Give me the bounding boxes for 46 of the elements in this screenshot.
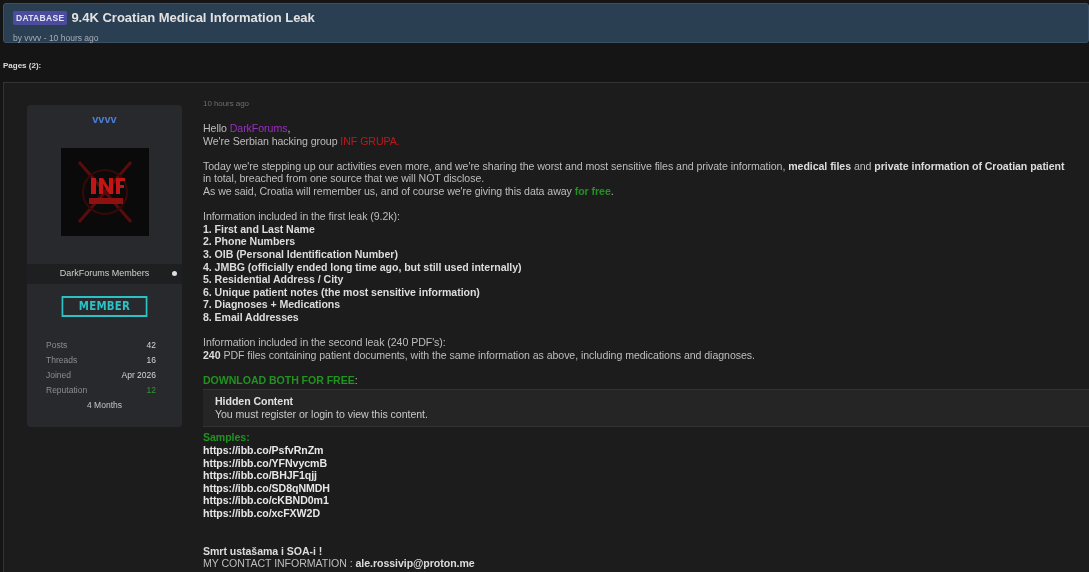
post-text: Samples: <box>203 431 250 444</box>
post-text: 2. Phone Numbers <box>203 235 296 248</box>
status-dot <box>172 271 177 276</box>
link[interactable]: https://ibb.co/cKBND0m1 <box>203 494 329 507</box>
link[interactable]: https://ibb.co/SD8qNMDH <box>203 481 330 494</box>
membership-duration: 4 Months <box>87 400 122 410</box>
stat-value: 16 <box>146 354 156 367</box>
thread-title: 9.4K Croatian Medical Information Leak <box>71 10 315 27</box>
post-text: DOWNLOAD BOTH FOR FREE: <box>203 373 358 386</box>
post-text: Information included in the first leak (9.2k): <box>203 210 400 223</box>
stat-value: 42 <box>146 339 156 352</box>
post-text: As we said, Croatia will remember us, and of course we're giving this data away for free. <box>203 184 614 197</box>
rank-badge: MEMBER <box>61 296 148 317</box>
stat-value: Apr 2026 <box>121 369 156 382</box>
link[interactable]: https://ibb.co/PsfvRnZm <box>203 444 324 457</box>
pagination-label: Pages (2): <box>3 61 42 70</box>
post-text: Smrt ustašama i SOA-i ! <box>203 544 323 557</box>
category-tag: DATABASE <box>13 10 68 26</box>
post-text: Hello DarkForums, <box>203 122 291 134</box>
post-text: Information included in the second leak (240 PDF's): <box>203 336 446 349</box>
stat-label: Reputation <box>46 384 88 397</box>
post-text: Today we're stepping up our activities even more, and we're sharing the worst and most sensitive files and private information, medical files and private information of Croatian patient <box>203 159 1065 172</box>
thread-byline: by vvvv - 10 hours ago <box>13 33 99 44</box>
post-text: 1. First and Last Name <box>203 222 315 235</box>
link[interactable]: https://ibb.co/BHJF1qjj <box>203 469 317 482</box>
post-text: 3. OIB (Personal Identification Number) <box>203 247 398 260</box>
user-group: DarkForums Members <box>59 267 150 281</box>
post-text: 240 PDF files containing patient documents, with the same information as above, including medications and diagnoses. <box>203 348 755 361</box>
hidden-content-title: Hidden Content <box>215 395 293 408</box>
link[interactable]: https://ibb.co/xcFXW2D <box>203 507 320 520</box>
post-date: 10 hours ago <box>203 99 249 108</box>
stat-label: Threads <box>46 354 78 367</box>
post-text: MY CONTACT INFORMATION : ale.rossivip@proton.me <box>203 557 475 570</box>
username[interactable]: vvvv <box>92 113 117 125</box>
post-text: 7. Diagnoses + Medications <box>203 298 341 311</box>
post-text: 4. JMBG (officially ended long time ago, but still used internally) <box>203 260 522 273</box>
link[interactable]: https://ibb.co/YFNvycmB <box>203 456 327 469</box>
stat-label: Posts <box>46 339 68 352</box>
hidden-content-message: You must register or login to view this content. <box>215 408 428 421</box>
post-text: 8. Email Addresses <box>203 310 299 323</box>
post-text: We're Serbian hacking group INF GRUPA. <box>203 134 400 147</box>
stat-value: 12 <box>146 384 156 397</box>
stat-label: Joined <box>46 369 72 382</box>
post-text: in total, breached from one source that we will NOT disclose. <box>203 172 485 185</box>
post-text: 6. Unique patient notes (the most sensitive information) <box>203 285 480 298</box>
post-text: 5. Residential Address / City <box>203 273 344 286</box>
